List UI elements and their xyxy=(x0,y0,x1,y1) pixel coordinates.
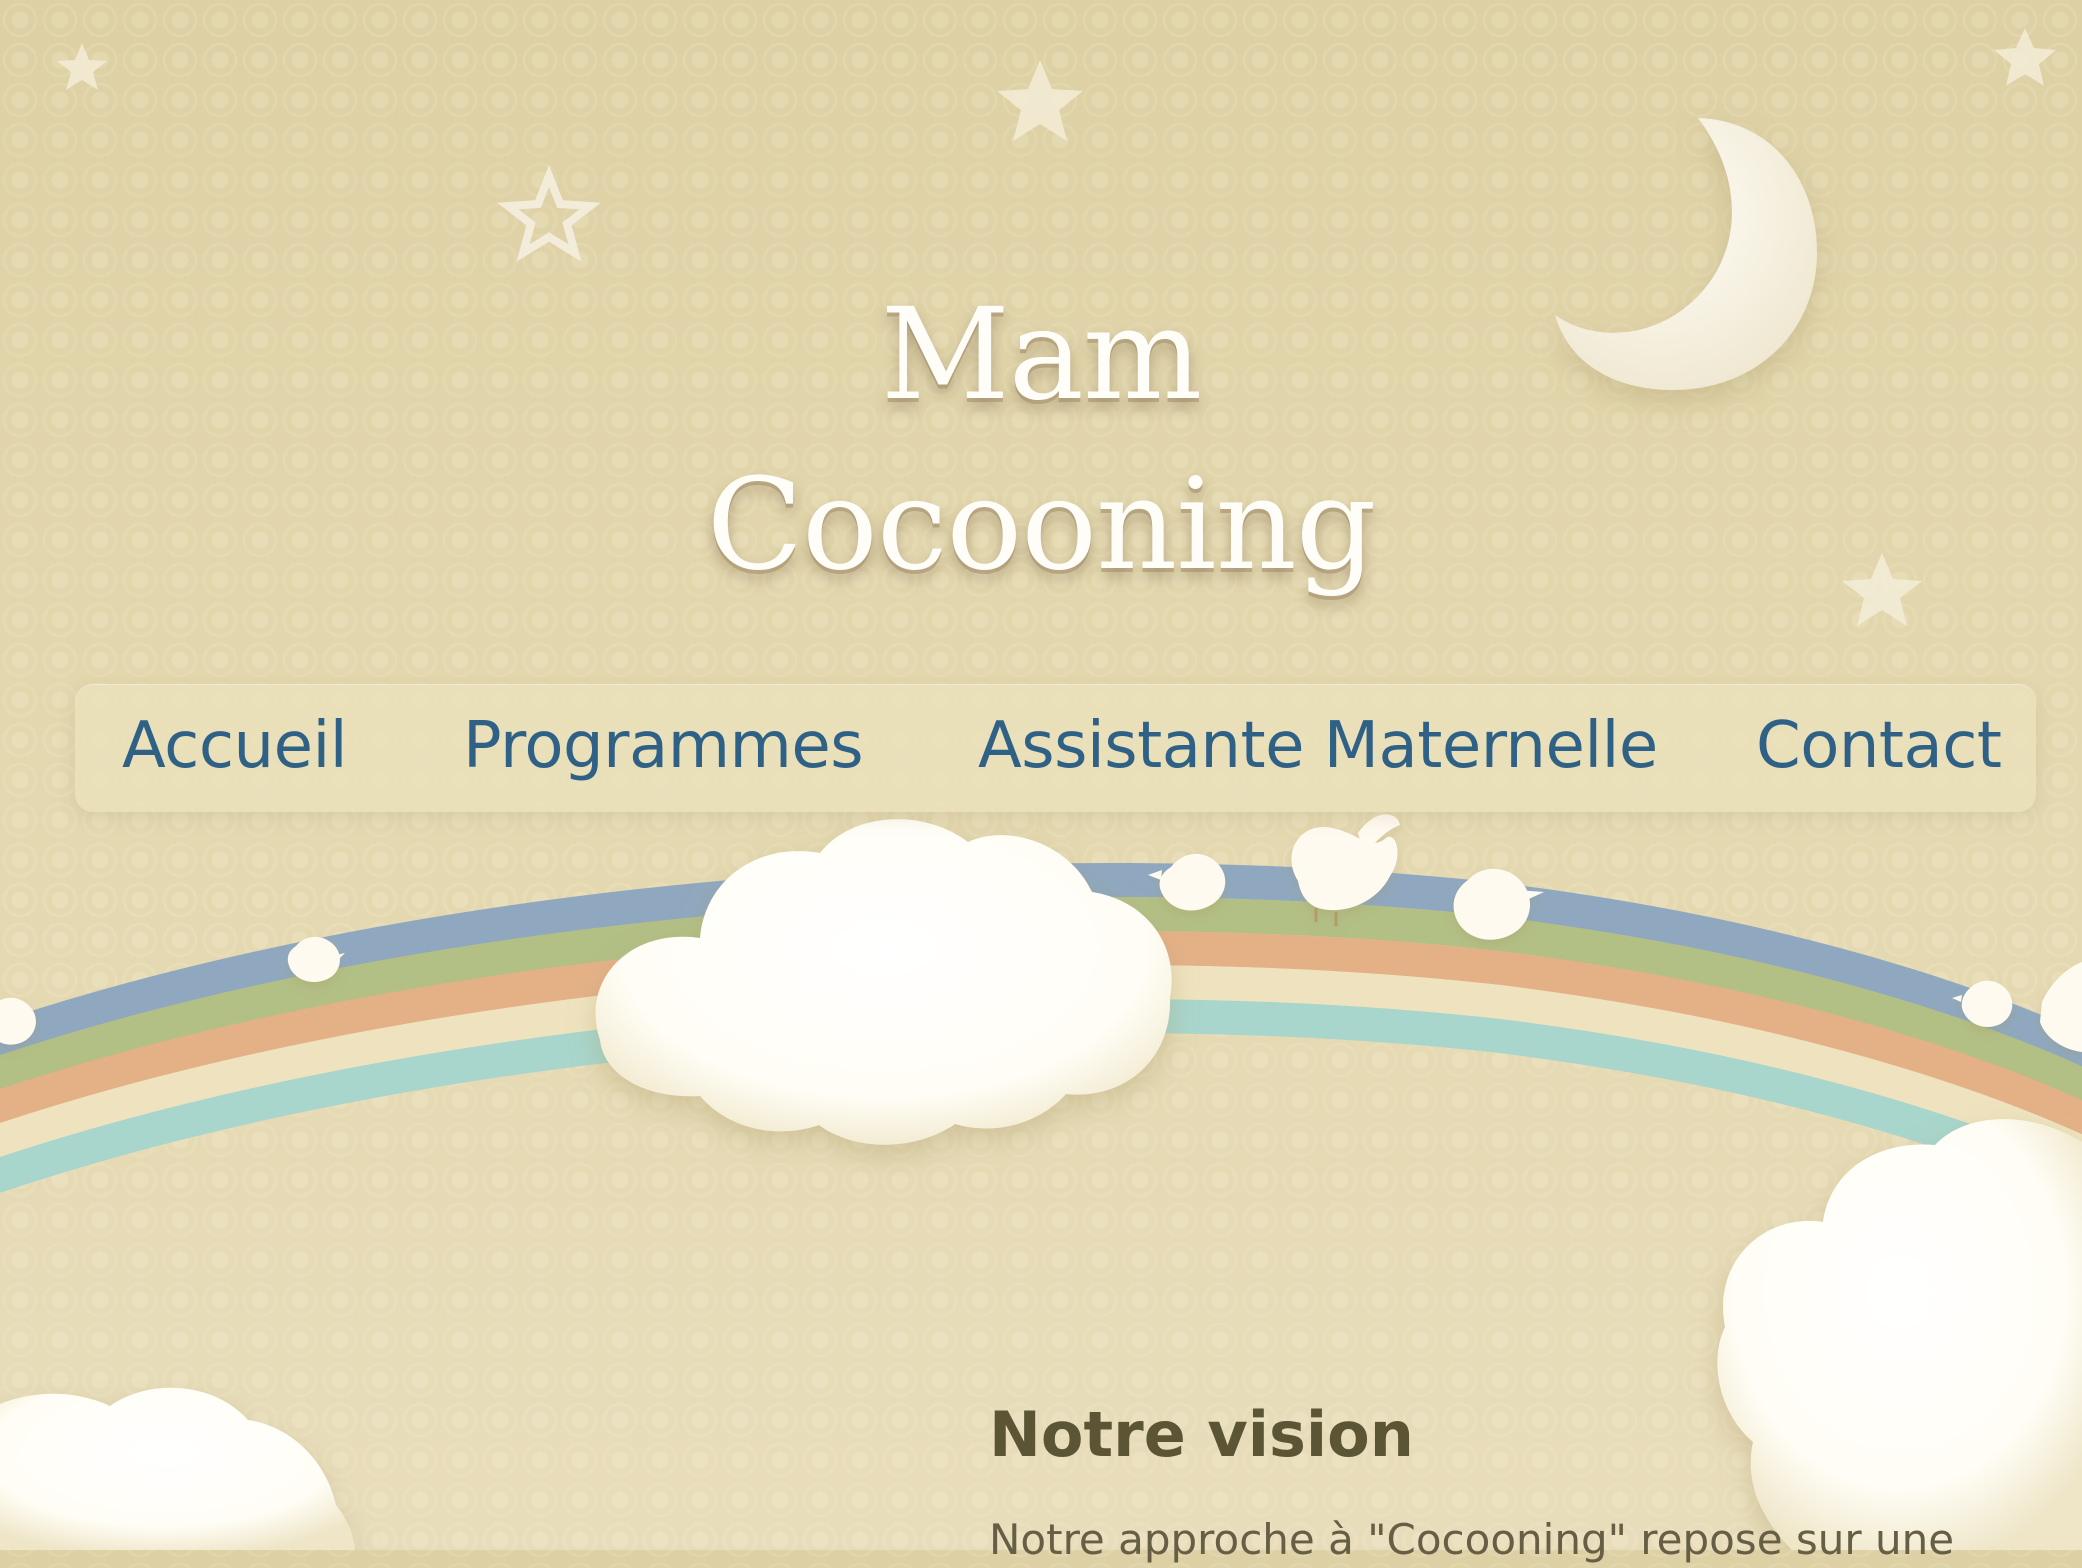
nav-link-assistante-maternelle[interactable]: Assistante Maternelle xyxy=(978,710,1658,782)
star-icon xyxy=(997,60,1083,141)
site-title: Mam Cocooning xyxy=(641,270,1441,610)
star-icon xyxy=(497,165,601,262)
nav-link-programmes[interactable]: Programmes xyxy=(463,710,864,782)
star-icon xyxy=(1842,553,1922,626)
site-title-line-1: Mam xyxy=(880,281,1203,428)
star-icon xyxy=(1994,28,2056,86)
star-icon xyxy=(57,43,107,90)
nav-link-contact[interactable]: Contact xyxy=(1756,710,2002,782)
nav-link-accueil[interactable]: Accueil xyxy=(122,710,348,782)
vision-paragraph: Notre approche à "Cocooning" repose sur … xyxy=(989,1515,1955,1564)
main-navigation: Accueil Programmes Assistante Maternelle… xyxy=(75,684,2036,812)
moon-icon xyxy=(1555,118,1817,390)
site-title-line-2: Cocooning xyxy=(706,451,1377,598)
cloud-icon xyxy=(1717,1119,2082,1550)
cloud-icon xyxy=(0,1387,355,1550)
vision-heading: Notre vision xyxy=(989,1398,1414,1472)
